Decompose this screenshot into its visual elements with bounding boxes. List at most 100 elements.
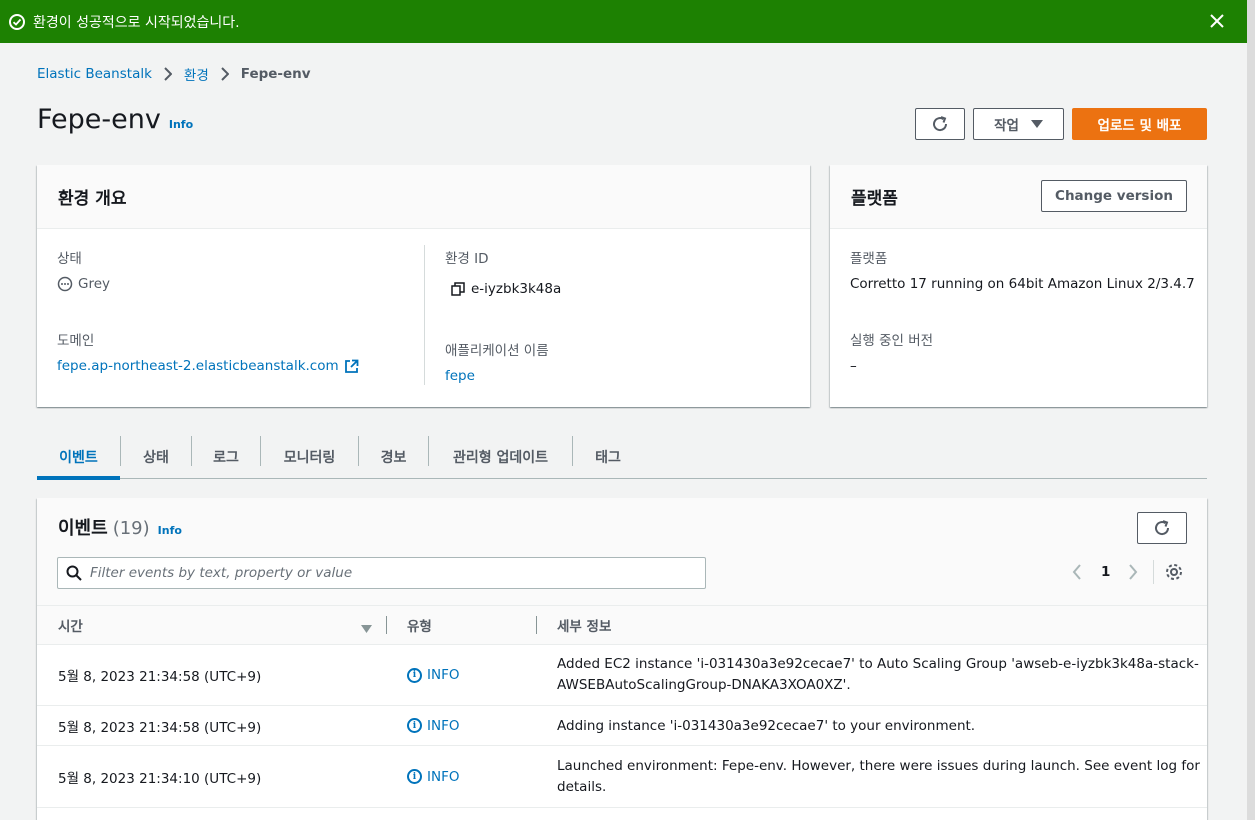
running-version-label: 실행 중인 버전 (850, 333, 934, 349)
column-details[interactable]: 세부 정보 (557, 606, 611, 644)
breadcrumb-current: Fepe-env (240, 66, 311, 82)
card-title: 플랫폼 Change version (830, 165, 1207, 229)
scrollbar[interactable] (1247, 0, 1255, 820)
chevron-right-icon (221, 67, 229, 81)
app-name-label: 애플리케이션 이름 (445, 343, 549, 359)
tab-monitoring[interactable]: 모니터링 (261, 435, 358, 479)
platform-title: 플랫폼 (851, 189, 898, 209)
status-text: Grey (78, 276, 111, 292)
card-title: 환경 개요 (37, 165, 810, 229)
app-name-link[interactable]: fepe (445, 368, 475, 384)
caret-down-icon (1030, 120, 1043, 128)
events-count: (19) (112, 518, 150, 539)
column-separator[interactable] (536, 616, 537, 634)
row-details-line: Added EC2 instance 'i-031430a3e92cecae7'… (557, 656, 1199, 672)
actions-label: 작업 (994, 118, 1019, 134)
search-icon (66, 565, 82, 581)
env-id-text: e-iyzbk3k48a (471, 281, 562, 297)
pagination-prev-icon[interactable] (1072, 564, 1082, 584)
column-time[interactable]: 시간 (58, 606, 83, 644)
flash-message: 환경이 성공적으로 시작되었습니다. (33, 14, 240, 31)
info-icon: i (407, 667, 422, 683)
row-type: i INFO (407, 706, 459, 745)
tab-alarms[interactable]: 경보 (359, 435, 428, 479)
actions-dropdown-button[interactable]: 작업 (973, 108, 1064, 140)
tab-events[interactable]: 이벤트 (37, 435, 120, 480)
info-status: i INFO (407, 718, 459, 734)
close-icon[interactable] (1205, 9, 1229, 33)
breadcrumb-elastic-beanstalk[interactable]: Elastic Beanstalk (37, 66, 152, 82)
domain-text: fepe.ap-northeast-2.elasticbeanstalk.com (57, 358, 339, 374)
refresh-button[interactable] (915, 108, 965, 140)
success-flashbar: 환경이 성공적으로 시작되었습니다. (0, 0, 1247, 43)
row-details: Launched environment: Fepe-env. However,… (557, 746, 1200, 807)
page-header: Fepe-env Info (37, 104, 193, 135)
row-type: i INFO (407, 746, 459, 807)
row-time: 5월 8, 2023 21:34:10 (UTC+9) (58, 770, 262, 787)
events-search-field[interactable] (57, 557, 706, 589)
running-version-value: – (850, 358, 857, 374)
pagination-divider (1153, 560, 1154, 584)
events-title: 이벤트 (19) Info (58, 514, 182, 540)
page-title: Fepe-env (37, 104, 161, 135)
row-details-line: AWSEBAutoScalingGroup-DNAKA3XOA0XZ'. (557, 677, 851, 693)
success-check-icon (9, 13, 25, 30)
status-grey-icon (57, 276, 73, 292)
info-icon: i (407, 718, 422, 733)
tab-health[interactable]: 상태 (121, 435, 191, 479)
table-row: 5월 8, 2023 21:34:58 (UTC+9) i INFO Added … (37, 645, 1207, 706)
environment-overview-card: 환경 개요 상태 Grey 도메인 fepe.ap-northeast-2.el… (37, 165, 810, 407)
env-id-value: e-iyzbk3k48a (451, 281, 561, 297)
info-status: i INFO (407, 769, 459, 785)
sort-descending-icon[interactable] (361, 621, 372, 637)
row-details: Added EC2 instance 'i-031430a3e92cecae7'… (557, 645, 1199, 705)
refresh-icon (1155, 520, 1170, 536)
status-label: 상태 (57, 251, 82, 267)
column-divider (424, 245, 425, 385)
settings-gear-icon[interactable] (1165, 563, 1183, 585)
domain-label: 도메인 (57, 333, 95, 349)
info-icon: i (407, 769, 422, 784)
row-type-text: INFO (427, 768, 460, 785)
platform-value: Corretto 17 running on 64bit Amazon Linu… (850, 276, 1195, 292)
chevron-right-icon (164, 67, 172, 81)
copy-icon[interactable] (451, 282, 465, 296)
column-separator[interactable] (386, 616, 387, 634)
row-details: Adding instance 'i-031430a3e92cecae7' to… (557, 717, 976, 734)
tab-managed-updates[interactable]: 관리형 업데이트 (429, 435, 572, 479)
events-title-text: 이벤트 (58, 518, 108, 539)
external-link-icon (344, 359, 359, 373)
pagination-next-icon[interactable] (1128, 564, 1138, 584)
row-type-text: INFO (427, 667, 460, 683)
change-version-button[interactable]: Change version (1041, 180, 1187, 212)
platform-card: 플랫폼 Change version 플랫폼 Corretto 17 runni… (830, 165, 1207, 407)
row-time: 5월 8, 2023 21:34:58 (UTC+9) (58, 719, 262, 736)
refresh-icon (933, 116, 948, 132)
domain-link[interactable]: fepe.ap-northeast-2.elasticbeanstalk.com (57, 358, 359, 374)
table-row: 5월 8, 2023 21:34:10 (UTC+9) i INFO Launch… (37, 746, 1207, 808)
breadcrumb-environments[interactable]: 환경 (184, 64, 209, 84)
status-value: Grey (57, 276, 110, 292)
tab-list: 이벤트 상태 로그 모니터링 경보 관리형 업데이트 태그 (37, 435, 1207, 480)
pagination-page[interactable]: 1 (1101, 564, 1110, 580)
row-details-line: details. (557, 778, 607, 795)
row-type: i INFO (407, 645, 459, 705)
column-type[interactable]: 유형 (407, 606, 432, 644)
table-row: 5월 8, 2023 21:34:58 (UTC+9) i INFO Adding… (37, 706, 1207, 746)
events-table-header: 시간 유형 세부 정보 (37, 605, 1207, 645)
events-search-input[interactable] (90, 565, 705, 581)
info-link[interactable]: Info (169, 118, 193, 131)
row-type-text: INFO (427, 717, 460, 734)
platform-label: 플랫폼 (850, 251, 888, 267)
events-refresh-button[interactable] (1137, 512, 1187, 544)
events-card: 이벤트 (19) Info 1 시간 유형 세부 정보 5월 8, 2023 2… (37, 498, 1207, 820)
info-link[interactable]: Info (158, 524, 182, 537)
row-details-line: Launched environment: Fepe-env. However,… (557, 757, 1200, 774)
env-id-label: 환경 ID (445, 251, 489, 267)
row-time: 5월 8, 2023 21:34:58 (UTC+9) (58, 669, 262, 685)
upload-deploy-button[interactable]: 업로드 및 배포 (1072, 108, 1207, 140)
tab-tags[interactable]: 태그 (573, 435, 643, 479)
breadcrumb: Elastic Beanstalk 환경 Fepe-env (37, 64, 311, 84)
info-status: i INFO (407, 667, 459, 683)
tab-logs[interactable]: 로그 (192, 435, 260, 479)
